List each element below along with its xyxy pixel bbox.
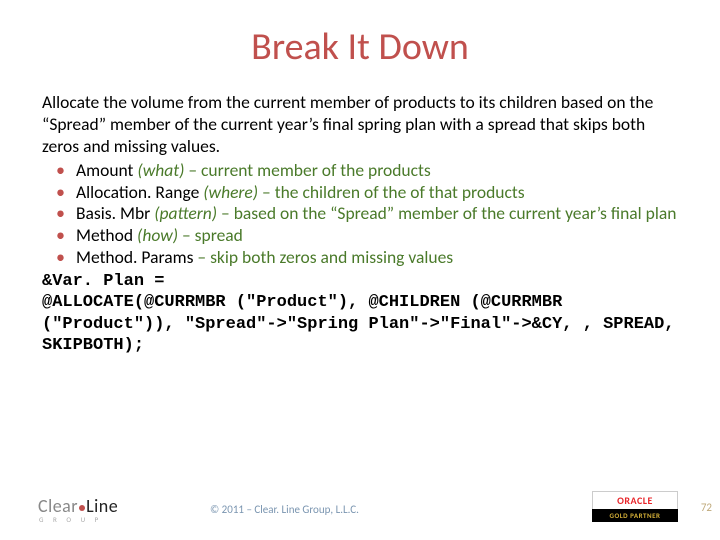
slide-title: Break It Down	[42, 24, 678, 70]
list-item: Allocation. Range (where) – the children…	[48, 182, 678, 204]
oracle-badge: ORACLE GOLD PARTNER	[592, 491, 678, 522]
bullet-rest: – spread	[178, 224, 243, 246]
bullet-paren: (pattern)	[154, 202, 217, 224]
slide-body: Allocate the volume from the current mem…	[42, 92, 678, 356]
oracle-label: ORACLE	[592, 491, 678, 509]
logo-text-line: Line	[86, 495, 118, 517]
bullet-label: Allocation. Range	[76, 181, 203, 203]
slide: Break It Down Allocate the volume from t…	[0, 0, 720, 540]
bullet-rest: – skip both zeros and missing values	[197, 246, 453, 268]
code-block: &Var. Plan = @ALLOCATE(@CURRMBR ("Produc…	[42, 271, 678, 356]
code-line: &Var. Plan =	[42, 271, 678, 292]
dot-icon	[79, 505, 85, 511]
bullet-label: Basis. Mbr	[76, 202, 154, 224]
list-item: Method (how) – spread	[48, 225, 678, 247]
bullet-rest: – the children of the of that products	[258, 181, 525, 203]
bullet-paren: (how)	[137, 224, 178, 246]
bullet-paren: (where)	[203, 181, 258, 203]
bullet-label: Method	[76, 224, 137, 246]
logo-text-clear: Clear	[38, 495, 78, 517]
list-item: Basis. Mbr (pattern) – based on the “Spr…	[48, 203, 678, 225]
oracle-partner-label: GOLD PARTNER	[592, 509, 678, 522]
bullet-label: Amount	[76, 159, 137, 181]
bullet-label: Method. Params	[76, 246, 197, 268]
list-item: Method. Params – skip both zeros and mis…	[48, 247, 678, 269]
bullet-rest: – current member of the products	[184, 159, 430, 181]
bullet-paren: (what)	[137, 159, 184, 181]
footer: ClearLine G R O U P © 2011 – Clear. Line…	[0, 490, 720, 530]
page-number: 72	[701, 501, 712, 514]
bullet-rest: – based on the “Spread” member of the cu…	[217, 202, 676, 224]
list-item: Amount (what) – current member of the pr…	[48, 160, 678, 182]
copyright-text: © 2011 – Clear. Line Group, L.L.C.	[210, 503, 359, 516]
clearline-logo: ClearLine G R O U P	[38, 495, 118, 524]
intro-paragraph: Allocate the volume from the current mem…	[42, 92, 678, 158]
bullet-list: Amount (what) – current member of the pr…	[42, 160, 678, 269]
code-line: @ALLOCATE(@CURRMBR ("Product"), @CHILDRE…	[42, 292, 678, 356]
